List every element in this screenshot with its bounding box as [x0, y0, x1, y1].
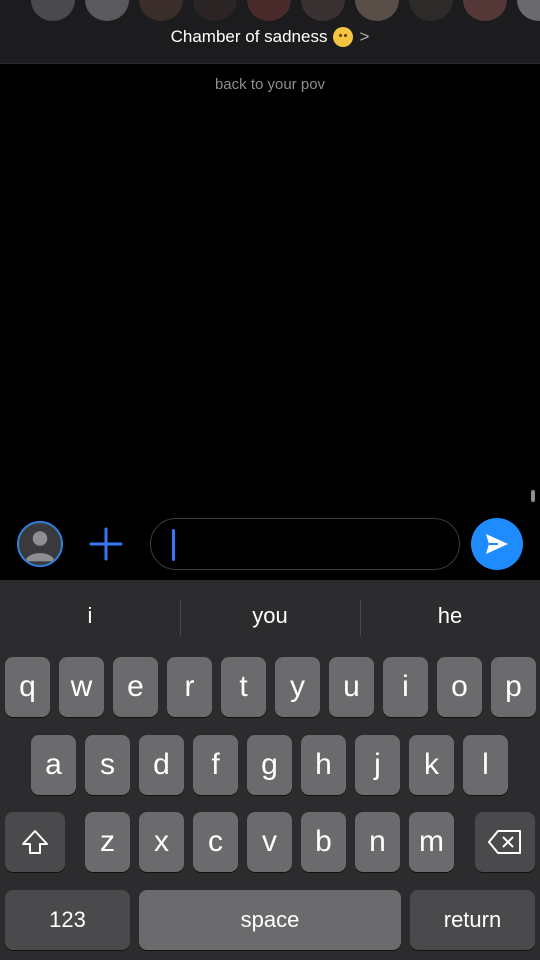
- member-avatar[interactable]: [84, 0, 130, 22]
- return-key[interactable]: return: [410, 890, 535, 950]
- member-avatars[interactable]: [30, 0, 540, 22]
- member-avatar[interactable]: [246, 0, 292, 22]
- key-a[interactable]: a: [31, 735, 76, 795]
- key-l[interactable]: l: [463, 735, 508, 795]
- key-i[interactable]: i: [383, 657, 428, 717]
- keyboard: i you he 123 space return qwertyuiopasdf…: [0, 580, 540, 960]
- key-g[interactable]: g: [247, 735, 292, 795]
- chat-header[interactable]: Chamber of sadness >: [0, 0, 540, 64]
- key-u[interactable]: u: [329, 657, 374, 717]
- key-v[interactable]: v: [247, 812, 292, 872]
- profile-avatar-button[interactable]: [17, 521, 63, 567]
- key-z[interactable]: z: [85, 812, 130, 872]
- suggestion-3[interactable]: he: [360, 580, 540, 652]
- key-w[interactable]: w: [59, 657, 104, 717]
- send-button[interactable]: [471, 518, 523, 570]
- plus-icon: [89, 527, 123, 561]
- group-title[interactable]: Chamber of sadness >: [0, 27, 540, 47]
- chevron-right-icon: >: [359, 27, 370, 46]
- status-line: back to your pov: [214, 76, 326, 93]
- delete-key[interactable]: [475, 812, 535, 872]
- member-avatar[interactable]: [30, 0, 76, 22]
- add-attachment-button[interactable]: [88, 526, 124, 562]
- key-s[interactable]: s: [85, 735, 130, 795]
- key-q[interactable]: q: [5, 657, 50, 717]
- key-r[interactable]: r: [167, 657, 212, 717]
- predictive-suggestions: i you he: [0, 580, 540, 652]
- delete-icon: [488, 830, 521, 854]
- key-t[interactable]: t: [221, 657, 266, 717]
- member-avatar[interactable]: [516, 0, 540, 22]
- person-icon: [25, 531, 55, 562]
- key-m[interactable]: m: [409, 812, 454, 872]
- suggestion-2[interactable]: you: [180, 580, 360, 652]
- shift-key[interactable]: [5, 812, 65, 872]
- message-composer: [0, 510, 540, 580]
- text-cursor: [172, 529, 175, 561]
- group-name: Chamber of sadness: [170, 27, 328, 46]
- shift-icon: [22, 830, 48, 854]
- member-avatar[interactable]: [192, 0, 238, 22]
- key-h[interactable]: h: [301, 735, 346, 795]
- key-b[interactable]: b: [301, 812, 346, 872]
- key-p[interactable]: p: [491, 657, 536, 717]
- key-y[interactable]: y: [275, 657, 320, 717]
- send-arrow-icon: [486, 534, 508, 554]
- key-d[interactable]: d: [139, 735, 184, 795]
- pleading-face-emoji-icon: [333, 27, 354, 47]
- member-avatar[interactable]: [354, 0, 400, 22]
- key-j[interactable]: j: [355, 735, 400, 795]
- numbers-key[interactable]: 123: [5, 890, 130, 950]
- scrollbar[interactable]: [531, 490, 535, 502]
- key-x[interactable]: x: [139, 812, 184, 872]
- member-avatar[interactable]: [300, 0, 346, 22]
- key-f[interactable]: f: [193, 735, 238, 795]
- key-e[interactable]: e: [113, 657, 158, 717]
- suggestion-1[interactable]: i: [0, 580, 180, 652]
- member-avatar[interactable]: [462, 0, 508, 22]
- key-o[interactable]: o: [437, 657, 482, 717]
- space-key[interactable]: space: [139, 890, 401, 950]
- key-n[interactable]: n: [355, 812, 400, 872]
- member-avatar[interactable]: [408, 0, 454, 22]
- message-input[interactable]: [150, 518, 460, 570]
- key-c[interactable]: c: [193, 812, 238, 872]
- key-k[interactable]: k: [409, 735, 454, 795]
- member-avatar[interactable]: [138, 0, 184, 22]
